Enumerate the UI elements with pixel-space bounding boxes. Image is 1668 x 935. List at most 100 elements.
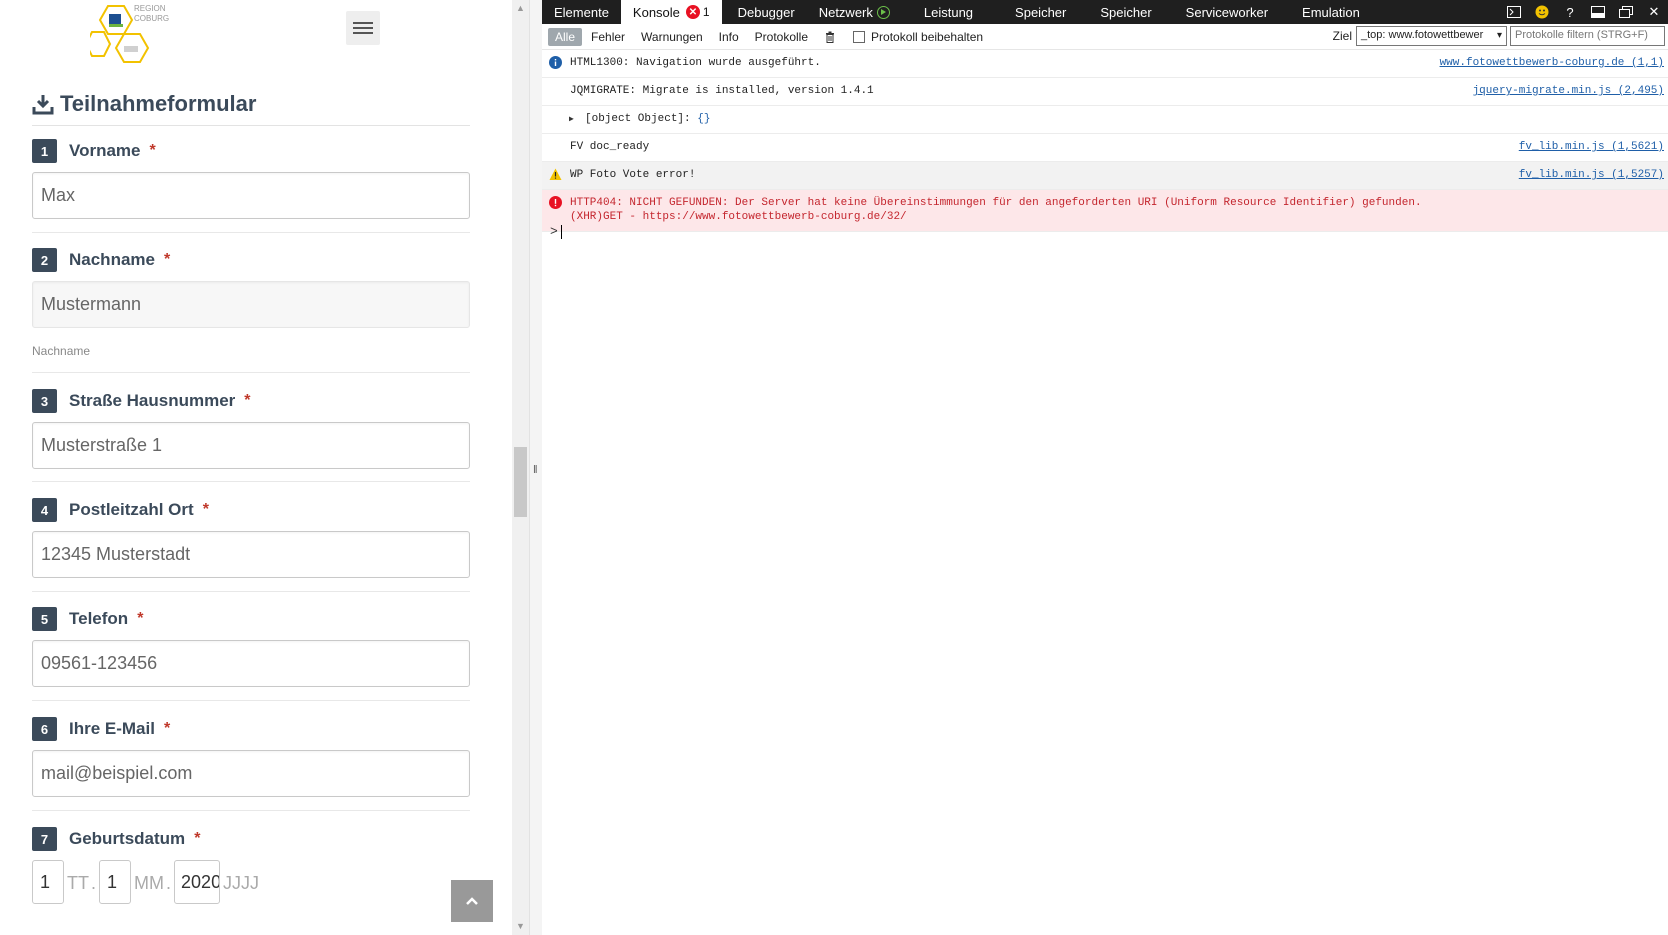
tab-label: Serviceworker bbox=[1185, 4, 1269, 20]
target-select[interactable]: _top: www.fotowettbewer ▾ bbox=[1356, 26, 1507, 46]
warning-icon bbox=[549, 168, 562, 180]
console-input[interactable]: > bbox=[550, 224, 562, 239]
field-vorname: 1 Vorname * Max bbox=[32, 139, 470, 219]
required-marker: * bbox=[163, 720, 171, 737]
scrollbar-thumb[interactable] bbox=[514, 447, 527, 517]
feedback-smiley-icon[interactable] bbox=[1528, 0, 1556, 24]
devtools-splitter[interactable]: ‖ bbox=[529, 0, 542, 935]
console-message-object[interactable]: ▶ [object Object]: {} bbox=[542, 106, 1668, 134]
console-icon[interactable] bbox=[1500, 0, 1528, 24]
scroll-up-arrow-icon[interactable]: ▲ bbox=[516, 4, 525, 13]
scroll-to-top-button[interactable] bbox=[451, 880, 493, 922]
close-icon[interactable]: ✕ bbox=[1640, 0, 1668, 24]
web-page: REGION COBURG Teilnahmeformular 1 Vornam… bbox=[0, 0, 512, 935]
date-separator: . bbox=[166, 873, 172, 893]
filter-info[interactable]: Info bbox=[712, 28, 746, 46]
screen: REGION COBURG Teilnahmeformular 1 Vornam… bbox=[0, 0, 1668, 935]
field-email: 6 Ihre E-Mail * mail@beispiel.com bbox=[32, 717, 470, 797]
message-source-link[interactable]: www.fotowettbewerb-coburg.de (1,1) bbox=[1440, 56, 1664, 70]
console-message-info: HTML1300: Navigation wurde ausgeführt. w… bbox=[542, 50, 1668, 78]
error-icon: ✕ bbox=[685, 5, 700, 19]
filter-protokolle[interactable]: Protokolle bbox=[748, 28, 815, 46]
tab-label: Debugger bbox=[737, 4, 795, 20]
tab-leistung[interactable]: Leistung bbox=[912, 0, 985, 24]
page-title: Teilnahmeformular bbox=[32, 91, 256, 117]
object-preview[interactable]: {} bbox=[697, 113, 710, 125]
tab-speicher-2[interactable]: Speicher bbox=[1088, 0, 1163, 24]
tab-label: Speicher bbox=[1015, 4, 1067, 20]
field-label: Straße Hausnummer bbox=[69, 391, 236, 410]
field-divider bbox=[32, 810, 470, 811]
required-marker: * bbox=[202, 501, 209, 518]
filter-alle[interactable]: Alle bbox=[548, 27, 583, 46]
message-source-link[interactable]: fv_lib.min.js (1,5257) bbox=[1519, 168, 1664, 182]
nachname-help-text: Nachname bbox=[32, 344, 91, 358]
clear-console-trash-icon[interactable] bbox=[825, 31, 835, 43]
field-number-badge: 7 bbox=[32, 827, 57, 851]
grip-icon: ‖ bbox=[533, 464, 538, 476]
date-input-group: 1 TT . 1 MM . 2020 JJJJ bbox=[32, 860, 470, 904]
field-label: Postleitzahl Ort bbox=[69, 500, 194, 519]
tab-label: Speicher bbox=[1100, 4, 1152, 20]
title-divider bbox=[32, 125, 470, 126]
field-nachname: 2 Nachname * Mustermann Nachname bbox=[32, 248, 470, 358]
message-text: FV doc_ready bbox=[570, 141, 650, 153]
tab-label: Konsole bbox=[632, 4, 680, 20]
console-message-warning: WP Foto Vote error! fv_lib.min.js (1,525… bbox=[542, 162, 1668, 190]
scroll-down-arrow-icon[interactable]: ▼ bbox=[516, 922, 525, 931]
tab-label: Elemente bbox=[554, 4, 609, 20]
telefon-input[interactable]: 09561-123456 bbox=[32, 640, 470, 687]
tab-label: Emulation bbox=[1302, 4, 1360, 20]
devtools-window-controls: ? ✕ bbox=[1500, 0, 1668, 24]
vorname-input[interactable]: Max bbox=[32, 172, 470, 219]
tab-elemente[interactable]: Elemente bbox=[542, 0, 621, 24]
field-number-badge: 6 bbox=[32, 717, 57, 741]
undock-icon[interactable] bbox=[1612, 0, 1640, 24]
nachname-input[interactable]: Mustermann bbox=[32, 281, 470, 328]
message-text-detail: (XHR)GET - https://www.fotowettbewerb-co… bbox=[570, 211, 907, 223]
field-divider bbox=[32, 591, 470, 592]
filter-fehler[interactable]: Fehler bbox=[584, 28, 632, 46]
required-marker: * bbox=[149, 142, 156, 159]
field-geburtsdatum: 7 Geburtsdatum * 1 TT . 1 MM . 2020 JJJJ bbox=[32, 827, 470, 904]
text-cursor bbox=[560, 224, 562, 239]
field-telefon: 5 Telefon * 09561-123456 bbox=[32, 607, 470, 687]
strasse-input[interactable]: Musterstraße 1 bbox=[32, 422, 470, 469]
date-separator: . bbox=[91, 873, 97, 893]
tab-konsole[interactable]: Konsole ✕ 1 bbox=[620, 0, 722, 24]
filter-warnungen[interactable]: Warnungen bbox=[634, 28, 710, 46]
devtools-tabbar: Elemente Konsole ✕ 1 Debugger Netzwerk L… bbox=[542, 0, 1668, 24]
plz-ort-input[interactable]: 12345 Musterstadt bbox=[32, 531, 470, 578]
console-output: HTML1300: Navigation wurde ausgeführt. w… bbox=[542, 50, 1668, 232]
required-marker: * bbox=[244, 392, 251, 409]
chevron-down-icon: ▾ bbox=[1496, 30, 1502, 41]
dock-bottom-icon[interactable] bbox=[1584, 0, 1612, 24]
day-input[interactable]: 1 bbox=[32, 860, 64, 904]
help-icon[interactable]: ? bbox=[1556, 0, 1584, 24]
tab-debugger[interactable]: Debugger bbox=[726, 0, 807, 24]
field-divider bbox=[32, 372, 470, 373]
month-input[interactable]: 1 bbox=[99, 860, 132, 904]
expand-arrow-icon[interactable]: ▶ bbox=[569, 113, 574, 127]
console-filterbar: Alle Fehler Warnungen Info Protokolle Pr… bbox=[542, 24, 1668, 50]
page-scrollbar[interactable]: ▲ ▼ bbox=[512, 0, 529, 935]
field-label: Ihre E-Mail bbox=[69, 719, 155, 738]
tab-emulation[interactable]: Emulation bbox=[1290, 0, 1372, 24]
field-number-badge: 5 bbox=[32, 607, 57, 631]
menu-toggle-button[interactable] bbox=[346, 11, 380, 45]
hamburger-icon-line bbox=[353, 32, 373, 34]
field-label: Telefon bbox=[69, 609, 129, 628]
tab-netzwerk[interactable]: Netzwerk bbox=[807, 0, 902, 24]
field-label: Vorname bbox=[69, 141, 141, 160]
tab-label: Leistung bbox=[923, 4, 974, 20]
year-input[interactable]: 2020 bbox=[174, 860, 221, 904]
tab-speicher[interactable]: Speicher bbox=[1003, 0, 1078, 24]
preserve-log-checkbox[interactable] bbox=[853, 30, 866, 43]
log-filter-input[interactable]: Protokolle filtern (STRG+F) bbox=[1510, 26, 1665, 46]
message-source-link[interactable]: jquery-migrate.min.js (2,495) bbox=[1473, 84, 1664, 98]
tab-serviceworker[interactable]: Serviceworker bbox=[1174, 0, 1280, 24]
form-title-text: Teilnahmeformular bbox=[60, 91, 257, 116]
chevron-up-icon bbox=[466, 897, 478, 905]
email-input[interactable]: mail@beispiel.com bbox=[32, 750, 470, 797]
message-source-link[interactable]: fv_lib.min.js (1,5621) bbox=[1519, 140, 1664, 154]
